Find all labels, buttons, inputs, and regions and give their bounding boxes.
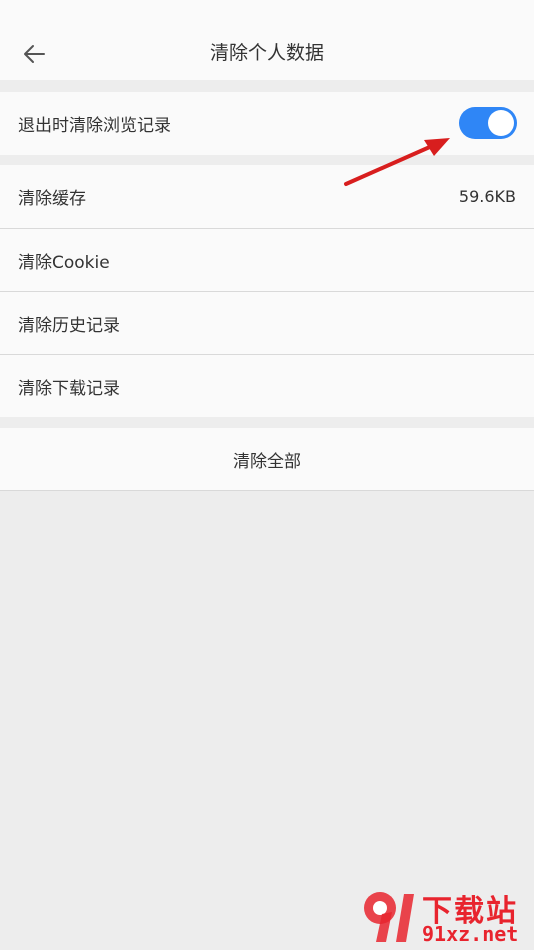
header-bar: 清除个人数据 bbox=[0, 0, 534, 80]
watermark-logo: 下载站 91xz.net bbox=[356, 884, 532, 948]
toggle-knob bbox=[488, 110, 514, 136]
clear-items-card: 清除缓存 59.6KB 清除Cookie 清除历史记录 清除下载记录 bbox=[0, 165, 534, 417]
clear-history-row[interactable]: 清除历史记录 bbox=[0, 291, 534, 354]
logo-91-icon bbox=[364, 892, 414, 942]
page-title: 清除个人数据 bbox=[209, 42, 324, 64]
exit-clear-toggle[interactable] bbox=[459, 107, 517, 139]
clear-history-label: 清除历史记录 bbox=[18, 315, 120, 336]
clear-downloads-label: 清除下载记录 bbox=[18, 378, 120, 399]
clear-cookie-row[interactable]: 清除Cookie bbox=[0, 228, 534, 291]
clear-cookie-label: 清除Cookie bbox=[18, 252, 110, 273]
cache-size-value: 59.6KB bbox=[458, 187, 516, 206]
clear-all-button[interactable]: 清除全部 bbox=[0, 428, 534, 491]
clear-all-card: 清除全部 bbox=[0, 428, 534, 491]
red-arrow-annotation bbox=[344, 138, 450, 186]
watermark-domain: 91xz.net bbox=[422, 922, 519, 946]
clear-downloads-row[interactable]: 清除下载记录 bbox=[0, 354, 534, 417]
